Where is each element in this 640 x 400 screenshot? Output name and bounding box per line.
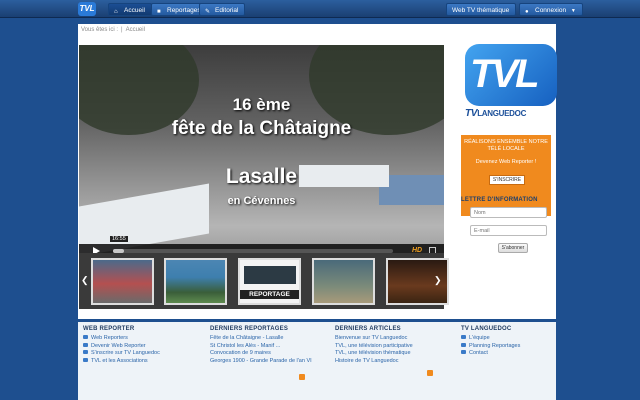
footer-link[interactable]: L'équipe — [461, 335, 520, 343]
rss-icon[interactable] — [427, 370, 433, 376]
footer-col-articles: DERNIERS ARTICLES Bienvenue sur TV Langu… — [335, 326, 413, 365]
bullet-icon — [83, 350, 88, 354]
rss-icon[interactable] — [299, 374, 305, 380]
footer-link[interactable]: Fête de la Châtaigne - Lasalle — [210, 335, 312, 343]
footer-link[interactable]: Web Reporters — [83, 335, 160, 343]
bullet-icon — [461, 350, 466, 354]
footer-link[interactable]: Devenir Web Reporter — [83, 342, 160, 351]
footer-link-text: Contact — [469, 350, 488, 356]
signup-button[interactable]: S'INSCRIRE — [489, 175, 525, 185]
nav-webtv-label: Web TV thématique — [452, 7, 510, 14]
video-player[interactable]: 16 ème fête de la Châtaigne Lasalle en C… — [79, 45, 444, 258]
footer-link[interactable]: Convocation de 9 maires — [210, 350, 312, 358]
promo-text: RÉALISONS ENSEMBLE NOTRE TÉLÉ LOCALE — [464, 139, 548, 152]
footer-col-title: WEB REPORTER — [83, 326, 135, 332]
bullet-icon — [83, 335, 88, 339]
nav-editorial-button[interactable]: ✎ Editorial — [199, 3, 246, 16]
edit-icon: ✎ — [205, 9, 211, 15]
video-timecode: 16:55 — [110, 236, 128, 242]
video-title-line4: en Cévennes — [227, 195, 296, 207]
carousel-thumb[interactable] — [164, 258, 227, 305]
thumb-reportage-label: REPORTAGE — [240, 290, 299, 299]
tvl-logo-sub-tv: TV — [465, 108, 478, 119]
user-icon: ● — [525, 9, 529, 15]
nav-editorial-label: Editorial — [215, 7, 239, 14]
footer-link[interactable]: TVL, une télévision thématique — [335, 350, 413, 358]
nav-connexion-button[interactable]: ● Connexion ▼ — [519, 3, 583, 16]
newsletter-name-input[interactable] — [470, 207, 547, 218]
video-title-line3: Lasalle — [225, 165, 298, 188]
footer-link[interactable]: Georges 1900 - Grande Parade de l'an VI — [210, 358, 312, 366]
breadcrumb: Vous êtes ici : | Accueil — [81, 27, 145, 33]
video-title-line1: 16 ème — [232, 95, 291, 114]
nav-reportages-label: Reportages — [167, 7, 201, 14]
carousel-thumb[interactable] — [312, 258, 375, 305]
nav-accueil-label: Accueil — [124, 7, 145, 14]
web-reporter-promo: RÉALISONS ENSEMBLE NOTRE TÉLÉ LOCALE Dev… — [461, 135, 551, 216]
footer-link[interactable]: TVL et les Associations — [83, 357, 160, 366]
bullet-icon — [461, 335, 466, 339]
tvl-logo-box: TVL — [465, 44, 557, 106]
newsletter-title: LETTRE D'INFORMATION — [461, 197, 538, 203]
footer-link[interactable]: S'inscrire sur TV Languedoc — [83, 350, 160, 358]
nav-webtv-button[interactable]: Web TV thématique — [446, 3, 517, 16]
footer-link[interactable]: Contact — [461, 350, 520, 358]
chevron-down-icon: ▼ — [570, 8, 576, 14]
carousel-thumb[interactable] — [91, 258, 154, 305]
bullet-icon — [461, 342, 466, 347]
footer-link[interactable]: Histoire de TV Languedoc — [335, 358, 413, 366]
footer: WEB REPORTER Web Reporters Devenir Web R… — [78, 322, 556, 400]
subscribe-button[interactable]: S'abonner — [498, 243, 528, 253]
breadcrumb-prefix: Vous êtes ici : — [81, 27, 119, 33]
footer-link-text: TVL et les Associations — [91, 357, 148, 364]
breadcrumb-current[interactable]: Accueil — [126, 27, 145, 33]
footer-link-text: Planning Reportages — [469, 342, 521, 349]
footer-link-text: L'équipe — [469, 335, 490, 341]
footer-link[interactable]: Planning Reportages — [461, 342, 521, 351]
footer-link-text: Web Reporters — [91, 335, 128, 341]
carousel-thumb[interactable]: REPORTAGE — [238, 258, 301, 305]
promo-subtext: Devenez Web Reporter ! — [475, 159, 537, 165]
tvl-logo-sub-name: LANGUEDOC — [477, 109, 527, 118]
top-navbar: TVL ⌂ Accueil ■ Reportages ✎ Editorial Web … — [0, 0, 640, 18]
camera-icon: ■ — [157, 9, 161, 15]
newsletter-email-input[interactable] — [470, 225, 547, 236]
footer-link-text: S'inscrire sur TV Languedoc — [91, 350, 160, 356]
chevron-right-icon[interactable]: ❯ — [434, 275, 442, 286]
footer-col-tv-languedoc: TV LANGUEDOC L'équipe Planning Reportage… — [461, 326, 520, 358]
bullet-icon — [83, 357, 88, 362]
tvl-logo-subtitle: TVLANGUEDOC — [465, 108, 557, 119]
tvl-logo-text: TVL — [470, 52, 540, 96]
video-title-line2: fête de la Châtaigne — [171, 118, 352, 139]
footer-link[interactable]: St Christol les Alès - Manif ... — [210, 343, 312, 351]
footer-col-title: DERNIERS ARTICLES — [335, 326, 401, 332]
footer-link[interactable]: TVL, une télévision participative — [335, 343, 413, 351]
footer-link-text: Devenir Web Reporter — [91, 342, 146, 349]
thumb-map-image — [244, 266, 296, 284]
tvl-languedoc-logo[interactable]: TVL TVLANGUEDOC — [465, 44, 557, 124]
footer-link[interactable]: Bienvenue sur TV Languedoc — [335, 335, 413, 343]
footer-col-title: DERNIERS REPORTAGES — [210, 326, 289, 332]
chevron-left-icon[interactable]: ❮ — [81, 275, 89, 286]
home-icon: ⌂ — [114, 9, 118, 15]
bullet-icon — [83, 342, 88, 347]
nav-accueil-button[interactable]: ⌂ Accueil — [108, 3, 152, 16]
footer-col-web-reporter: WEB REPORTER Web Reporters Devenir Web R… — [83, 326, 160, 365]
site-logo[interactable]: TVL — [78, 2, 96, 16]
footer-col-title: TV LANGUEDOC — [461, 326, 512, 332]
footer-col-reportages: DERNIERS REPORTAGES Fête de la Châtaigne… — [210, 326, 312, 365]
thumbnail-carousel: ❮ REPORTAGE ❯ — [79, 253, 449, 309]
nav-connexion-label: Connexion — [535, 7, 567, 14]
main-panel: Vous êtes ici : | Accueil 16 ème fête de l… — [78, 24, 557, 319]
